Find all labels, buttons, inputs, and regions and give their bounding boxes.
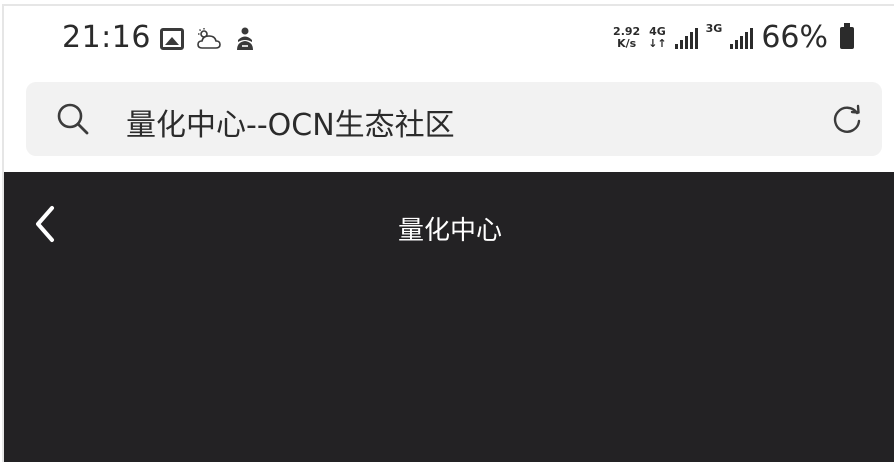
- network-speed-unit: K/s: [617, 36, 637, 50]
- data-arrows-icon: ↓↑: [648, 36, 667, 50]
- status-bar: 21:16 2.92 K/s 4G ↓↑ 3G 66%: [4, 6, 894, 78]
- app-header: 量化中心: [4, 172, 894, 462]
- refresh-icon[interactable]: [830, 102, 864, 136]
- signal-strength-icon-2: [730, 27, 754, 49]
- notification-icons: [160, 26, 256, 52]
- battery-icon: [840, 22, 854, 49]
- network-type-label: 4G: [649, 24, 666, 38]
- address-bar[interactable]: 量化中心--OCN生态社区: [26, 82, 882, 156]
- url-text[interactable]: 量化中心--OCN生态社区: [126, 100, 455, 144]
- signal-strength-icon: [674, 27, 698, 49]
- network-3g-label: 3G: [705, 22, 723, 35]
- network-speed-value: 2.92: [613, 24, 641, 38]
- app-notification-icon: [234, 26, 256, 52]
- status-time: 21:16: [62, 20, 151, 55]
- search-icon[interactable]: [56, 102, 90, 136]
- page-title: 量化中心: [397, 216, 502, 246]
- status-indicators: 2.92 K/s 4G ↓↑ 3G 66%: [613, 20, 854, 55]
- network-4g-indicator: 4G ↓↑: [648, 24, 667, 50]
- weather-icon: [196, 27, 222, 51]
- phone-screen: 21:16 2.92 K/s 4G ↓↑ 3G 66% 量化中心--OCN生态社…: [2, 4, 894, 462]
- image-icon: [160, 28, 184, 50]
- network-speed: 2.92 K/s: [613, 24, 641, 50]
- battery-percent: 66%: [761, 20, 828, 55]
